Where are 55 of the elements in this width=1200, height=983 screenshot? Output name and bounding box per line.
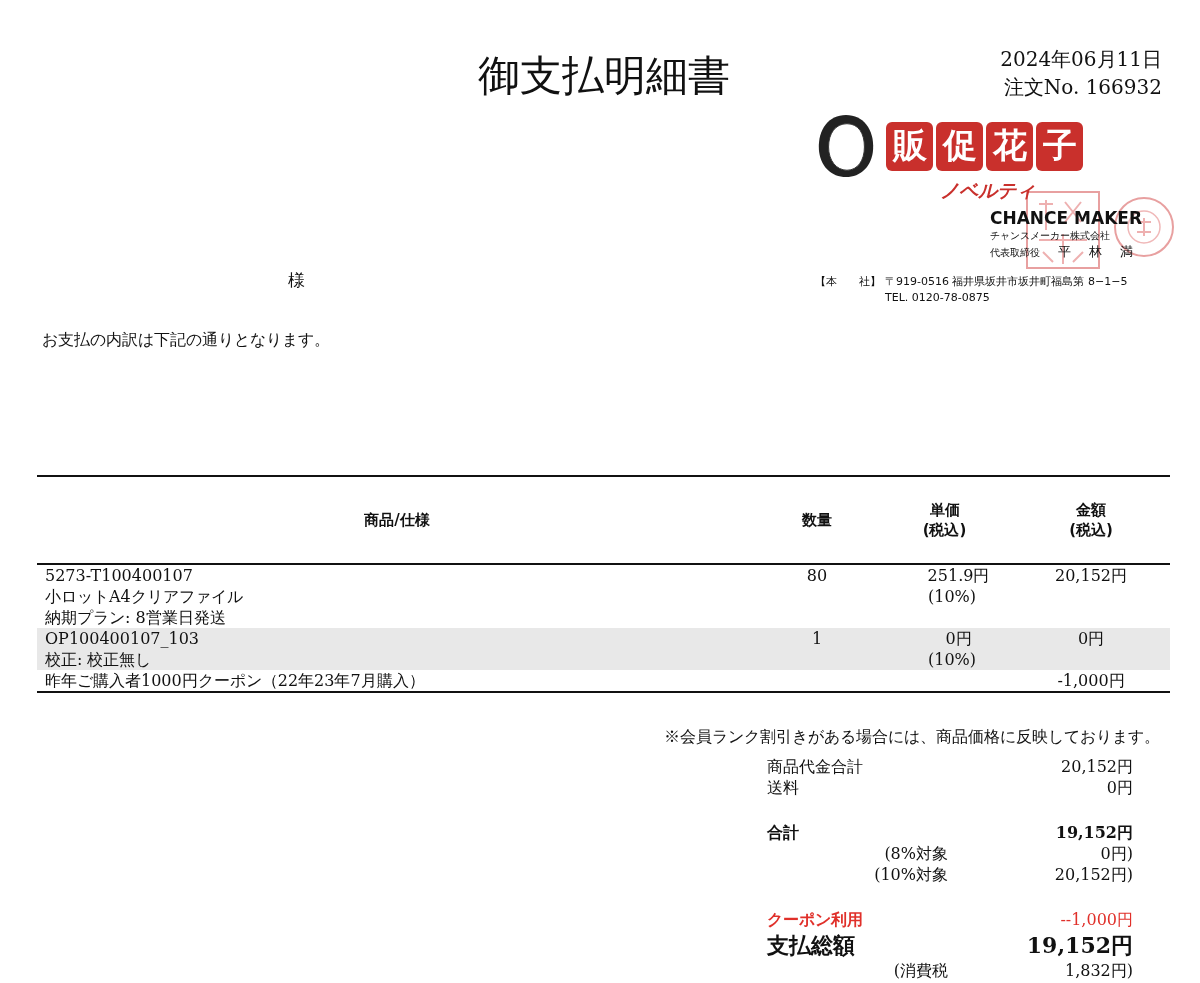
company-name: チャンスメーカー株式会社 [990,229,1111,243]
unit-price-cell: 0円 [945,628,972,649]
quantity-cell: 1 [811,629,823,648]
summary-value: 19,152円 [1055,822,1133,843]
issue-date: 2024年06月11日 [1000,46,1162,73]
summary-label: (消費税 [892,960,948,981]
representative-title: 代表取締役 [990,246,1040,260]
order-number: 注文No. 166932 [1002,74,1162,101]
discount-note: ※会員ランク割引きがある場合には、商品価格に反映しております。 [664,727,1160,748]
unit-price-cell: 251.9円 [927,565,990,586]
column-header: 数量 [801,510,833,530]
intro-text: お支払の内訳は下記の通りとなります。 [42,330,331,351]
item-detail-text: 5273-T100400107 [45,565,194,586]
tax-rate-cell: (10%) [927,586,976,607]
item-detail-text: 昨年ご購入者1000円クーポン（22年23年7月購入） [45,670,426,691]
summary-label: 送料 [767,777,799,798]
summary-value: 0円 [1106,777,1133,798]
column-header: 商品/仕様 [363,510,431,530]
document-title: 御支払明細書 [477,50,730,102]
company-name-english: CHANCE MAKER [990,208,1144,228]
item-detail-text: 小ロットA4クリアファイル [45,586,244,607]
summary-value: 20,152円 [1061,756,1133,777]
representative-name-character: 平 [1058,244,1071,260]
brand-logo-character: 子 [1036,121,1083,171]
summary-label: 支払総額 [767,931,855,960]
customer-suffix: 様 [288,269,305,292]
office-address: 〒919-0516 福井県坂井市坂井町福島第 8−1−5 [885,274,1128,290]
summary-label: クーポン利用 [767,909,863,930]
quantity-cell: 80 [806,566,828,585]
brand-logo-character: 販 [886,121,933,171]
brand-logo-character: 促 [936,121,983,171]
summary-label: 商品代金合計 [767,756,863,777]
tax-rate-cell: (10%) [927,649,976,670]
summary-label: (10%対象 [873,864,948,885]
summary-value: 20,152円) [1053,864,1133,885]
item-detail-text: 納期プラン: 8営業日発送 [45,607,227,628]
amount-cell: 0円 [1077,629,1105,648]
summary-value: 0円) [1099,843,1133,864]
item-detail-text: OP100400107_103 [45,628,201,649]
summary-label: 合計 [767,822,799,843]
amount-cell: 20,152円 [1055,566,1127,585]
brand-tagline: ノベルティ [940,178,1036,203]
item-detail-text: 校正: 校正無し [45,649,153,670]
office-label: 【本 社】 [815,274,882,290]
brand-logo-character: 花 [986,121,1033,171]
column-header: 金額 (税込) [1068,500,1114,540]
amount-cell: -1,000円 [1057,671,1125,690]
representative-name-character: 満 [1120,244,1133,260]
summary-label: (8%対象 [883,843,948,864]
summary-value: 1,832円) [1063,960,1133,981]
column-header: 単価 (税込) [921,500,968,540]
summary-value: 19,152円 [1026,931,1133,960]
office-phone: TEL. 0120-78-0875 [885,290,991,306]
summary-value: --1,000円 [1060,909,1133,930]
representative-name-character: 林 [1089,244,1102,260]
